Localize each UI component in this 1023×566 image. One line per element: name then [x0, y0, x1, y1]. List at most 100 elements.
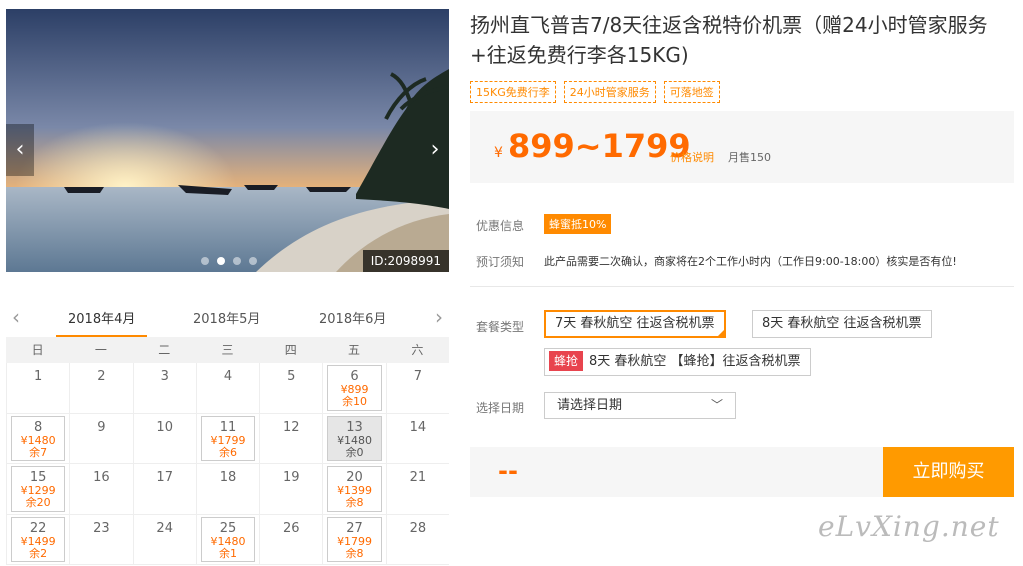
calendar-day[interactable]: 11 ¥1799 余6 — [195, 413, 260, 464]
day-number: 21 — [409, 470, 427, 485]
calendar-day[interactable]: 6 ¥899 余10 — [322, 363, 386, 414]
day-remaining: 余8 — [345, 546, 364, 560]
calendar-day[interactable]: 25 ¥1480 余1 — [195, 514, 260, 565]
day-number: 11 — [219, 419, 237, 435]
currency-symbol: ¥ — [494, 145, 503, 161]
calendar-day: 1 — [6, 363, 70, 414]
calendar-header: ‹ 2018年4月 2018年5月 2018年6月 › — [6, 299, 449, 337]
calendar-day[interactable]: 20 ¥1399 余8 — [322, 464, 386, 515]
calendar-day: 7 — [385, 363, 449, 414]
day-remaining: 余20 — [25, 496, 51, 509]
buy-now-button[interactable]: 立即购买 — [883, 447, 1014, 497]
beach-sunset-photo — [6, 9, 449, 272]
monthly-sales: 月售150 — [728, 151, 771, 164]
calendar-day[interactable]: 15 ¥1299 余20 — [6, 464, 70, 515]
feature-tag: 24小时管家服务 — [563, 81, 656, 103]
package-option-7day[interactable]: 7天 春秋航空 往返含税机票 — [544, 310, 726, 338]
day-number: 27 — [346, 520, 363, 536]
calendar-day: 28 — [385, 514, 449, 565]
calendar-day[interactable]: 27 ¥1799 余8 — [322, 514, 386, 565]
carousel-dot[interactable] — [217, 257, 225, 265]
package-option-8day[interactable]: 8天 春秋航空 往返含税机票 — [752, 310, 932, 338]
day-number: 19 — [283, 470, 300, 485]
package-label: 套餐类型 — [476, 320, 525, 334]
day-number: 24 — [156, 520, 173, 536]
feature-tag: 可落地签 — [663, 81, 720, 103]
weekday-label: 日 — [31, 343, 44, 357]
day-number: 2 — [97, 369, 106, 384]
date-label: 选择日期 — [476, 401, 525, 415]
feature-tags: 15KG免费行李 24小时管家服务 可落地签 — [470, 81, 720, 103]
feature-tag: 15KG免费行李 — [470, 81, 556, 103]
day-number: 18 — [219, 470, 237, 485]
day-number: 10 — [156, 419, 173, 435]
calendar-day[interactable]: 22 ¥1499 余2 — [6, 514, 70, 565]
day-number: 17 — [156, 470, 173, 485]
day-number: 28 — [409, 520, 427, 536]
total-price: -- — [498, 457, 518, 485]
calendar-day: 12 — [259, 413, 323, 464]
day-price: ¥1499 — [20, 534, 56, 548]
calendar-days-grid: 1 2 3 4 5 6 ¥899 余10 7 8 ¥1480 余7 9 10 11 ¥1799 余6 12 13 ¥1… — [6, 363, 449, 565]
day-number: 23 — [93, 520, 110, 536]
day-number: 5 — [287, 369, 296, 384]
weekday-label: 四 — [284, 343, 297, 357]
price-calendar: ‹ 2018年4月 2018年5月 2018年6月 › 日 一 二 三 四 五 … — [6, 299, 449, 565]
day-remaining: 余7 — [29, 445, 48, 459]
calendar-day: 24 — [132, 514, 196, 565]
day-number: 4 — [223, 369, 233, 384]
price-range: 899~1799 — [508, 127, 691, 165]
flash-sale-badge: 蜂抢 — [549, 351, 584, 371]
product-title: 扬州直飞普吉7/8天往返含税特价机票（赠24小时管家服务+往返免费行李各15KG… — [470, 13, 988, 67]
carousel-prev-button[interactable]: ‹ — [6, 124, 34, 176]
section-divider — [470, 286, 1014, 287]
calendar-month-tab[interactable]: 2018年5月 — [193, 308, 260, 327]
date-select-placeholder: 请选择日期 — [557, 398, 623, 413]
calendar-day[interactable]: 13 ¥1480 余0 — [322, 413, 386, 464]
day-remaining: 余8 — [345, 496, 364, 509]
package-option-8day-flash[interactable]: 蜂抢 8天 春秋航空 【蜂抢】往返含税机票 — [544, 348, 811, 376]
day-remaining: 余10 — [342, 395, 368, 408]
calendar-next-arrow[interactable]: › — [435, 305, 443, 329]
photo-id-label: ID:2098991 — [362, 250, 449, 272]
day-number: 16 — [93, 470, 110, 485]
day-number: 7 — [413, 369, 422, 384]
day-number: 1 — [34, 369, 43, 384]
day-price: ¥1480 — [337, 433, 373, 447]
notice-label: 预订须知 — [476, 255, 525, 269]
calendar-day: 10 — [132, 413, 196, 464]
site-watermark: eLvXing.net — [818, 510, 1000, 543]
day-number: 25 — [219, 520, 237, 536]
calendar-day: 18 — [195, 464, 260, 515]
carousel-next-button[interactable]: › — [421, 124, 449, 176]
booking-notice: 此产品需要二次确认，商家将在2个工作小时内（工作日9:00-18:00）核实是否… — [544, 255, 957, 268]
calendar-day: 21 — [385, 464, 449, 515]
carousel-dot[interactable] — [201, 257, 209, 265]
calendar-day: 19 — [259, 464, 323, 515]
weekday-row: 日 一 二 三 四 五 六 — [6, 337, 449, 363]
calendar-prev-arrow[interactable]: ‹ — [12, 305, 20, 329]
product-photo-carousel[interactable]: ‹ › ID:2098991 — [6, 9, 449, 272]
day-remaining: 余1 — [218, 546, 237, 560]
day-price: ¥1480 — [210, 534, 246, 548]
carousel-dot[interactable] — [249, 257, 257, 265]
weekday-label: 六 — [411, 343, 424, 357]
weekday-label: 一 — [94, 343, 107, 357]
day-number: 3 — [160, 369, 169, 384]
promo-label: 优惠信息 — [476, 219, 525, 233]
date-select[interactable]: 请选择日期 ﹀ — [544, 392, 736, 419]
calendar-month-tab[interactable]: 2018年4月 — [56, 308, 148, 337]
calendar-day: 17 — [132, 464, 196, 515]
calendar-month-tab[interactable]: 2018年6月 — [319, 308, 386, 327]
day-remaining: 余6 — [218, 445, 237, 459]
day-remaining: 余0 — [345, 445, 364, 459]
calendar-day: 14 — [385, 413, 449, 464]
calendar-day[interactable]: 8 ¥1480 余7 — [6, 413, 70, 464]
day-number: 6 — [350, 369, 359, 384]
buy-bar: -- 立即购买 — [470, 447, 1014, 497]
price-explain-link[interactable]: 价格说明 — [670, 149, 714, 165]
day-number: 20 — [346, 470, 363, 485]
chevron-down-icon: ﹀ — [710, 398, 723, 412]
day-number: 22 — [29, 520, 47, 536]
carousel-dot[interactable] — [233, 257, 241, 265]
